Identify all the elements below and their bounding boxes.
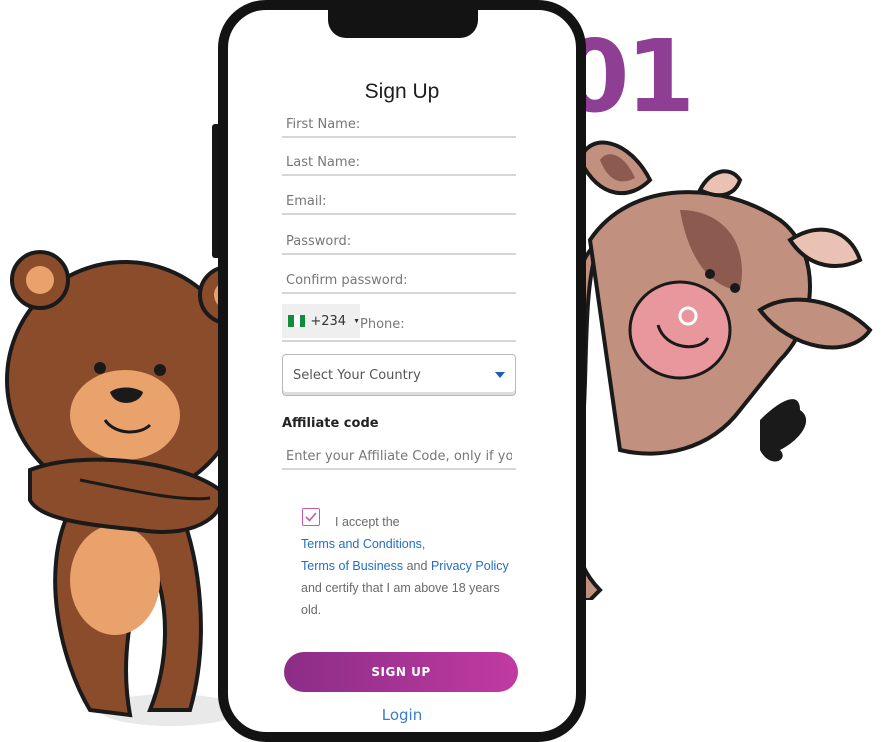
terms-prefix: I accept the bbox=[335, 515, 400, 529]
country-code-label: +234 bbox=[310, 313, 347, 329]
phone-screen: Sign Up +234 ▼ Select Your Country Affil… bbox=[228, 10, 576, 732]
country-select[interactable]: Select Your Country bbox=[282, 354, 516, 396]
cow-mascot bbox=[548, 140, 873, 600]
terms-and-text: and bbox=[406, 559, 428, 573]
privacy-policy-link[interactable]: Privacy Policy bbox=[431, 559, 509, 573]
terms-comma: , bbox=[421, 537, 426, 551]
password-field[interactable] bbox=[282, 229, 516, 255]
login-link[interactable]: Login bbox=[228, 706, 576, 724]
confirm-password-field[interactable] bbox=[282, 268, 516, 294]
affiliate-code-label: Affiliate code bbox=[282, 416, 379, 431]
page-title: Sign Up bbox=[364, 80, 440, 103]
affiliate-code-field[interactable] bbox=[282, 444, 516, 470]
terms-suffix: and certify that I am above 18 years old… bbox=[301, 581, 500, 617]
nigeria-flag-icon bbox=[288, 315, 306, 327]
phone-notch bbox=[328, 8, 478, 38]
phone-field[interactable] bbox=[356, 312, 514, 336]
country-code-selector[interactable]: +234 ▼ bbox=[282, 304, 360, 338]
phone-input-group: +234 ▼ bbox=[282, 304, 516, 342]
sign-up-button[interactable]: SIGN UP bbox=[284, 652, 518, 692]
first-name-field[interactable] bbox=[282, 112, 516, 138]
terms-of-business-link[interactable]: Terms of Business bbox=[301, 559, 403, 573]
terms-and-conditions-link[interactable]: Terms and Conditions bbox=[301, 537, 422, 551]
country-select-value: Select Your Country bbox=[293, 367, 421, 383]
last-name-field[interactable] bbox=[282, 150, 516, 176]
email-field[interactable] bbox=[282, 189, 516, 215]
terms-text: I accept the Terms and Conditions, Terms… bbox=[301, 511, 521, 621]
phone-frame: Sign Up +234 ▼ Select Your Country Affil… bbox=[218, 0, 586, 742]
chevron-down-icon bbox=[495, 372, 505, 378]
